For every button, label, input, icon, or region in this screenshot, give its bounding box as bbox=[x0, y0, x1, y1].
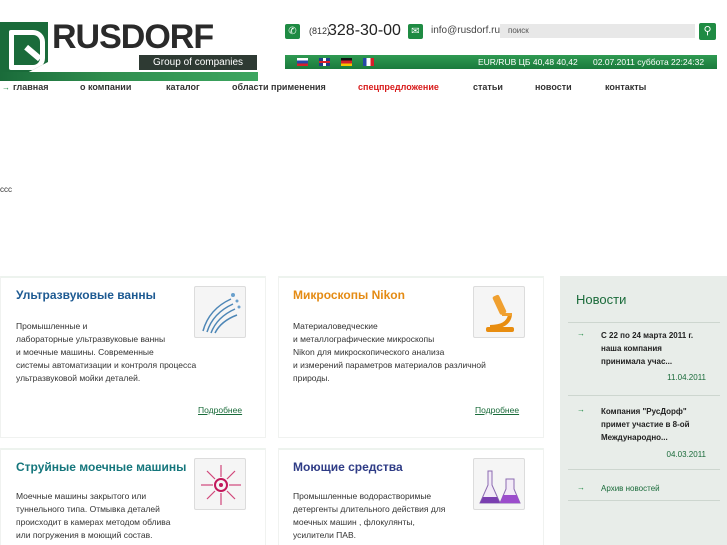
card-description: Материаловедческие и металлографические … bbox=[293, 321, 486, 383]
spray-washer-icon[interactable] bbox=[194, 458, 246, 510]
card-title[interactable]: Микроскопы Nikon bbox=[293, 288, 405, 302]
main-nav: → главная о компании каталог области при… bbox=[0, 80, 727, 94]
email-link[interactable]: info@rusdorf.ru bbox=[431, 25, 500, 36]
flag-fr-icon[interactable] bbox=[363, 58, 374, 66]
info-bar: EUR/RUB ЦБ 40,48 40,42 02.07.2011 суббот… bbox=[285, 55, 717, 69]
divider bbox=[568, 469, 720, 470]
card-more-link[interactable]: Подробнее bbox=[475, 405, 519, 415]
nav-arrow-icon: → bbox=[2, 83, 10, 92]
arrow-icon: → bbox=[577, 329, 585, 338]
site-logo[interactable]: RUSDORF Group of companies bbox=[0, 18, 258, 81]
search-icon: ⚲ bbox=[703, 25, 712, 37]
news-sidebar: Новости → С 22 по 24 марта 2011 г. наша … bbox=[560, 276, 727, 545]
news-item-text[interactable]: Компания "РусДорф" примет участие в 8-ой… bbox=[601, 405, 716, 444]
news-item-text[interactable]: С 22 по 24 марта 2011 г. наша компания п… bbox=[601, 329, 716, 368]
card-description: Моечные машины закрытого или туннельного… bbox=[16, 491, 171, 540]
search-input[interactable]: поиск bbox=[500, 24, 695, 38]
chemical-flask-icon[interactable] bbox=[473, 458, 525, 510]
divider bbox=[568, 500, 720, 501]
mail-icon: ✉ bbox=[408, 24, 423, 39]
ultrasound-bath-icon[interactable] bbox=[194, 286, 246, 338]
microscope-icon[interactable] bbox=[473, 286, 525, 338]
divider bbox=[568, 322, 720, 323]
divider bbox=[568, 395, 720, 396]
news-title: Новости bbox=[576, 292, 627, 307]
card-spray-washers: Струйные моечные машины Моечные машины з… bbox=[1, 448, 265, 545]
card-microscopes: Микроскопы Nikon Материаловедческие и ме… bbox=[279, 276, 543, 437]
news-item-date: 11.04.2011 bbox=[667, 373, 706, 382]
card-title[interactable]: Струйные моечные машины bbox=[16, 460, 186, 474]
logo-subtitle: Group of companies bbox=[139, 55, 257, 70]
nav-item-home[interactable]: главная bbox=[13, 82, 48, 92]
nav-item-contacts[interactable]: контакты bbox=[605, 82, 646, 92]
exchange-rate: EUR/RUB ЦБ 40,48 40,42 bbox=[478, 57, 578, 67]
card-description: Промышленные водорастворимые детергенты … bbox=[293, 491, 446, 540]
current-datetime: 02.07.2011 суббота 22:24:32 bbox=[593, 57, 705, 67]
nav-item-catalog[interactable]: каталог bbox=[166, 82, 200, 92]
card-description: Промышленные и лабораторные ультразвуков… bbox=[16, 321, 197, 383]
placeholder-text: ccc bbox=[0, 185, 12, 194]
arrow-icon: → bbox=[577, 405, 585, 414]
nav-item-articles[interactable]: статьи bbox=[473, 82, 503, 92]
rusdorf-logo-mark bbox=[0, 22, 48, 72]
phone-number: 328-30-00 bbox=[328, 22, 401, 39]
phone-icon: ✆ bbox=[285, 24, 300, 39]
phone-code: (812) bbox=[309, 26, 331, 36]
card-title[interactable]: Ультразвуковые ванны bbox=[16, 288, 156, 302]
card-title[interactable]: Моющие средства bbox=[293, 460, 403, 474]
card-detergents: Моющие средства Промышленные водораствор… bbox=[279, 448, 543, 545]
nav-item-applications[interactable]: области применения bbox=[232, 82, 326, 92]
news-archive-link[interactable]: Архив новостей bbox=[601, 484, 660, 493]
card-more-link[interactable]: Подробнее bbox=[198, 405, 242, 415]
nav-item-about[interactable]: о компании bbox=[80, 82, 131, 92]
flag-de-icon[interactable] bbox=[341, 58, 352, 66]
news-item-date: 04.03.2011 bbox=[666, 450, 706, 459]
flag-en-icon[interactable] bbox=[319, 58, 330, 66]
flag-ru-icon[interactable] bbox=[297, 58, 308, 66]
nav-item-special-offer[interactable]: спецпредложение bbox=[358, 82, 439, 92]
logo-brand-text: RUSDORF bbox=[52, 18, 214, 56]
card-ultrasound: Ультразвуковые ванны Промышленные и лабо… bbox=[1, 276, 265, 437]
search-button[interactable]: ⚲ bbox=[699, 23, 716, 40]
nav-item-news[interactable]: новости bbox=[535, 82, 572, 92]
arrow-icon: → bbox=[577, 483, 585, 492]
